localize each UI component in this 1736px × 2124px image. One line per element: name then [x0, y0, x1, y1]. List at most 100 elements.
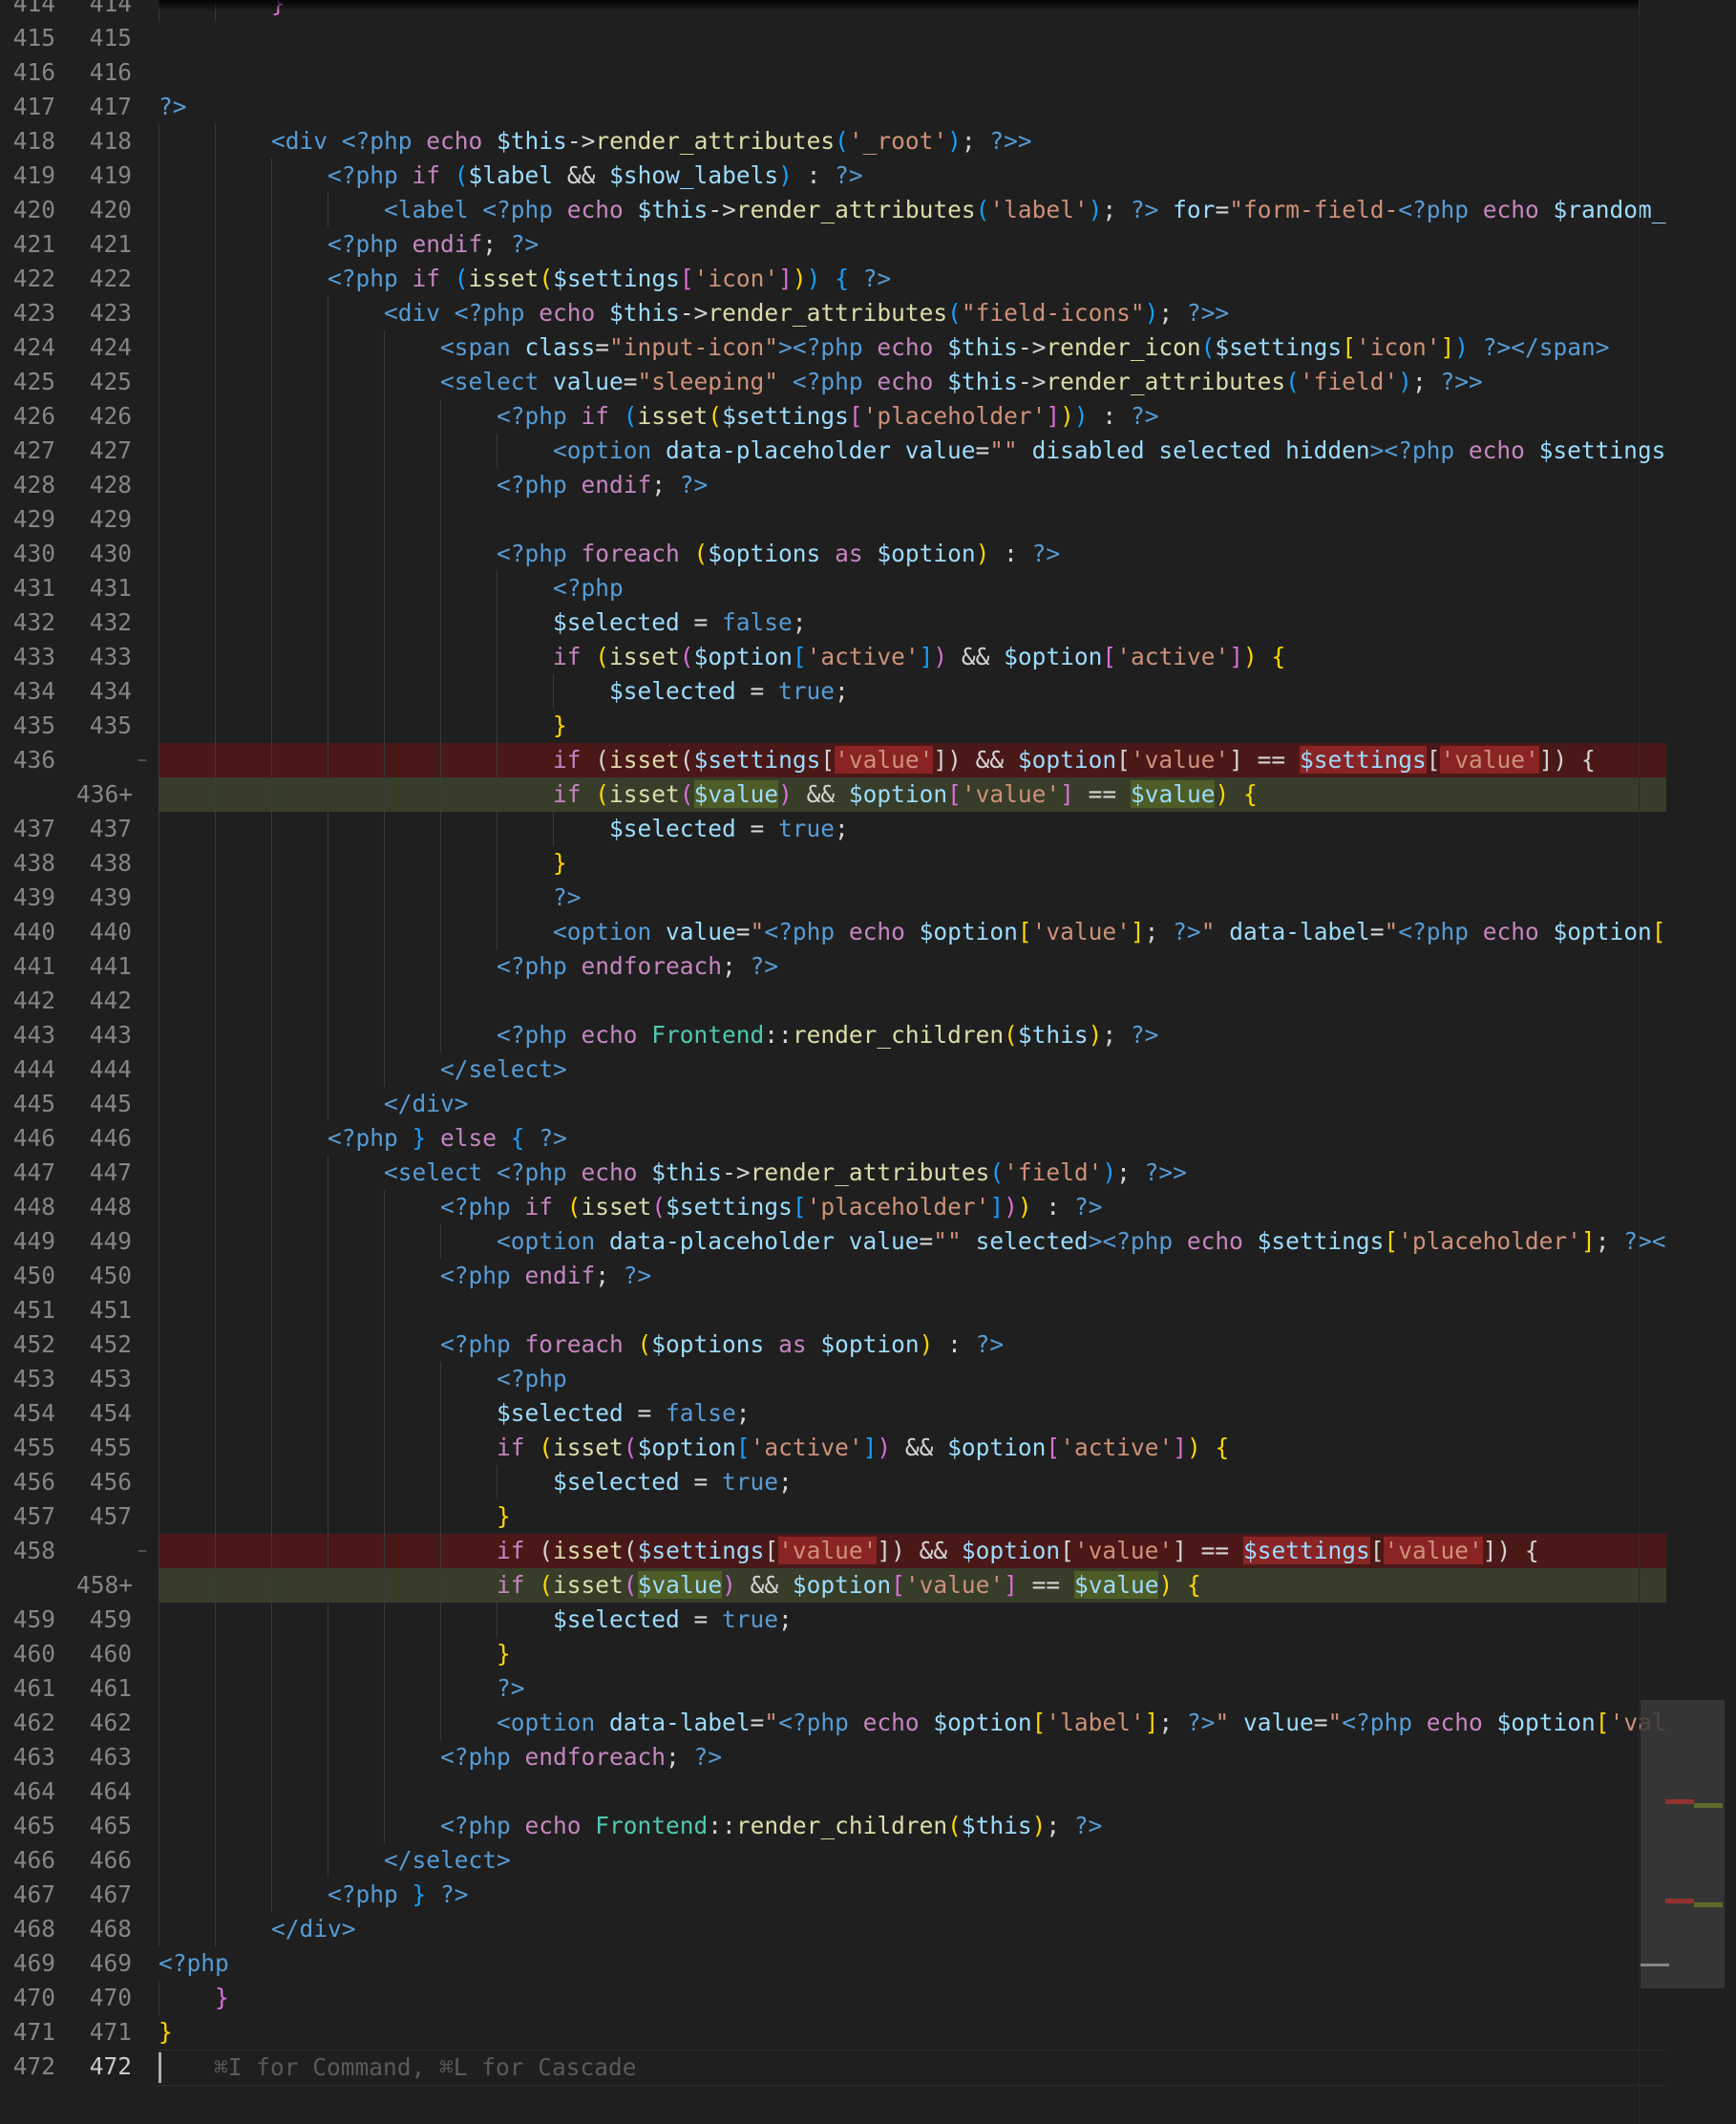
code-content[interactable]: <?php } else { ?>	[159, 1121, 1666, 1156]
code-line[interactable]: 437 437 $selected = true;	[0, 812, 1666, 846]
code-line[interactable]: 467 467 <?php } ?>	[0, 1878, 1666, 1912]
code-line[interactable]: 444 444 </select>	[0, 1052, 1666, 1087]
code-content[interactable]: $selected = true;	[159, 1603, 1666, 1637]
code-content[interactable]	[159, 984, 1666, 1018]
code-line[interactable]: 461 461 ?>	[0, 1671, 1666, 1706]
code-line[interactable]: 466 466 </select>	[0, 1843, 1666, 1878]
code-content[interactable]: if (isset($settings['value']) && $option…	[159, 1534, 1666, 1568]
code-content[interactable]: <?php echo Frontend::render_children($th…	[159, 1809, 1666, 1843]
code-line[interactable]: 454 454 $selected = false;	[0, 1396, 1666, 1431]
code-line[interactable]: 469 469 <?php	[0, 1946, 1666, 1981]
diff-line-deleted[interactable]: 436— if (isset($settings['value']) && $op…	[0, 743, 1666, 777]
code-content[interactable]: ?>	[159, 1671, 1666, 1706]
code-line[interactable]: 447 447 <select <?php echo $this->render_a…	[0, 1156, 1666, 1190]
code-line[interactable]: 428 428 <?php endif; ?>	[0, 468, 1666, 502]
code-content[interactable]: }	[159, 709, 1666, 743]
code-line[interactable]: 430 430 <?php foreach ($options as $option…	[0, 537, 1666, 571]
code-content[interactable]: <?php if (isset($settings['icon'])) { ?>	[159, 262, 1666, 296]
code-content[interactable]: </select>	[159, 1052, 1666, 1087]
code-content[interactable]: <select <?php echo $this->render_attribu…	[159, 1156, 1666, 1190]
code-line[interactable]: 424 424 <span class="input-icon"><?php ech…	[0, 330, 1666, 365]
code-content[interactable]: }	[159, 846, 1666, 881]
code-content[interactable]: <?php	[159, 571, 1666, 605]
code-line[interactable]: 441 441 <?php endforeach; ?>	[0, 949, 1666, 984]
code-content[interactable]: <?php if ($label && $show_labels) : ?>	[159, 159, 1666, 193]
code-line[interactable]: 456 456 $selected = true;	[0, 1465, 1666, 1499]
code-content[interactable]: <label <?php echo $this->render_attribut…	[159, 193, 1666, 227]
code-line[interactable]: 435 435}	[0, 709, 1666, 743]
code-content[interactable]: <option data-placeholder value="" select…	[159, 1224, 1666, 1259]
code-content[interactable]: <?php	[159, 1362, 1666, 1396]
code-content[interactable]: <?php if (isset($settings['placeholder']…	[159, 399, 1666, 434]
code-content[interactable]: <span class="input-icon"><?php echo $thi…	[159, 330, 1666, 365]
code-content[interactable]: }	[159, 1499, 1666, 1534]
code-line[interactable]: 433 433 if (isset($option['active']) && $o…	[0, 640, 1666, 674]
code-line[interactable]: 451 451	[0, 1293, 1666, 1328]
code-line[interactable]: 453 453 <?php	[0, 1362, 1666, 1396]
minimap-slider[interactable]	[1641, 1700, 1725, 1988]
code-line[interactable]: 425 425 <select value="sleeping" <?php ech…	[0, 365, 1666, 399]
code-line[interactable]: 443 443 <?php echo Frontend::render_childr…	[0, 1018, 1666, 1052]
code-content[interactable]: if (isset($option['active']) && $option[…	[159, 1431, 1666, 1465]
code-content[interactable]: $selected = true;	[159, 674, 1666, 709]
code-content[interactable]: ⌘I for Command, ⌘L for Cascade	[159, 2050, 1666, 2086]
code-content[interactable]: <?php if (isset($settings['placeholder']…	[159, 1190, 1666, 1224]
code-content[interactable]	[159, 1774, 1666, 1809]
code-line[interactable]: 472 472 ⌘I for Command, ⌘L for Cascade	[0, 2050, 1666, 2086]
diff-editor[interactable]: 414 414} 415 415 416 416 417 417 ?> 418 418 <div <?…	[0, 0, 1736, 2124]
code-content[interactable]: ?>	[159, 90, 1666, 124]
code-content[interactable]: <option data-label="<?php echo $option['…	[159, 1706, 1666, 1740]
code-line[interactable]: 439 439 ?>	[0, 881, 1666, 915]
code-content[interactable]: }	[159, 1637, 1666, 1671]
code-content[interactable]: </select>	[159, 1843, 1666, 1878]
code-line[interactable]: 465 465 <?php echo Frontend::render_childr…	[0, 1809, 1666, 1843]
code-content[interactable]: <select value="sleeping" <?php echo $thi…	[159, 365, 1666, 399]
code-line[interactable]: 421 421 <?php endif; ?>	[0, 227, 1666, 262]
code-content[interactable]: $selected = false;	[159, 605, 1666, 640]
code-line[interactable]: 471 471}	[0, 2015, 1666, 2050]
code-content[interactable]: <?php endif; ?>	[159, 227, 1666, 262]
diff-line-added[interactable]: 458+ if (isset($value) && $option['value'…	[0, 1568, 1666, 1603]
code-content[interactable]: <div <?php echo $this->render_attributes…	[159, 124, 1666, 159]
code-line[interactable]: 427 427 <option data-placeholder value="" …	[0, 434, 1666, 468]
code-content[interactable]: ?>	[159, 881, 1666, 915]
code-content[interactable]: <?php endif; ?>	[159, 468, 1666, 502]
code-content[interactable]: </div>	[159, 1912, 1666, 1946]
code-content[interactable]: if (isset($settings['value']) && $option…	[159, 743, 1666, 777]
code-line[interactable]: 418 418 <div <?php echo $this->render_attr…	[0, 124, 1666, 159]
code-line[interactable]: 417 417 ?>	[0, 90, 1666, 124]
code-content[interactable]: <?php endforeach; ?>	[159, 1740, 1666, 1774]
code-content[interactable]: <?php endif; ?>	[159, 1259, 1666, 1293]
code-line[interactable]: 452 452 <?php foreach ($options as $option…	[0, 1328, 1666, 1362]
vertical-scrollbar-track[interactable]	[1639, 0, 1640, 2124]
code-content[interactable]: </div>	[159, 1087, 1666, 1121]
code-content[interactable]: <?php } ?>	[159, 1878, 1666, 1912]
diff-line-deleted[interactable]: 458— if (isset($settings['value']) && $op…	[0, 1534, 1666, 1568]
code-line[interactable]: 462 462 <option data-label="<?php echo $op…	[0, 1706, 1666, 1740]
code-line[interactable]: 470 470}	[0, 1981, 1666, 2015]
code-line[interactable]: 448 448 <?php if (isset($settings['placeho…	[0, 1190, 1666, 1224]
code-content[interactable]	[159, 502, 1666, 537]
code-line[interactable]: 449 449 <option data-placeholder value="" …	[0, 1224, 1666, 1259]
code-line[interactable]: 431 431 <?php	[0, 571, 1666, 605]
code-line[interactable]: 415 415	[0, 21, 1666, 55]
code-content[interactable]: $selected = true;	[159, 1465, 1666, 1499]
code-line[interactable]: 432 432 $selected = false;	[0, 605, 1666, 640]
code-line[interactable]: 460 460}	[0, 1637, 1666, 1671]
code-line[interactable]: 450 450 <?php endif; ?>	[0, 1259, 1666, 1293]
code-content[interactable]	[159, 21, 1666, 55]
code-content[interactable]	[159, 55, 1666, 90]
code-line[interactable]: 445 445 </div>	[0, 1087, 1666, 1121]
code-line[interactable]: 423 423 <div <?php echo $this->render_attr…	[0, 296, 1666, 330]
code-content[interactable]: $selected = false;	[159, 1396, 1666, 1431]
code-content[interactable]: $selected = true;	[159, 812, 1666, 846]
code-content[interactable]: <?php endforeach; ?>	[159, 949, 1666, 984]
code-line[interactable]: 434 434 $selected = true;	[0, 674, 1666, 709]
code-content[interactable]: if (isset($value) && $option['value'] ==…	[159, 777, 1666, 812]
code-line[interactable]: 468 468 </div>	[0, 1912, 1666, 1946]
code-line[interactable]: 422 422 <?php if (isset($settings['icon'])…	[0, 262, 1666, 296]
code-content[interactable]: <?php foreach ($options as $option) : ?>	[159, 1328, 1666, 1362]
code-line[interactable]: 464 464	[0, 1774, 1666, 1809]
code-content[interactable]: <option value="<?php echo $option['value…	[159, 915, 1666, 949]
code-line[interactable]: 442 442	[0, 984, 1666, 1018]
